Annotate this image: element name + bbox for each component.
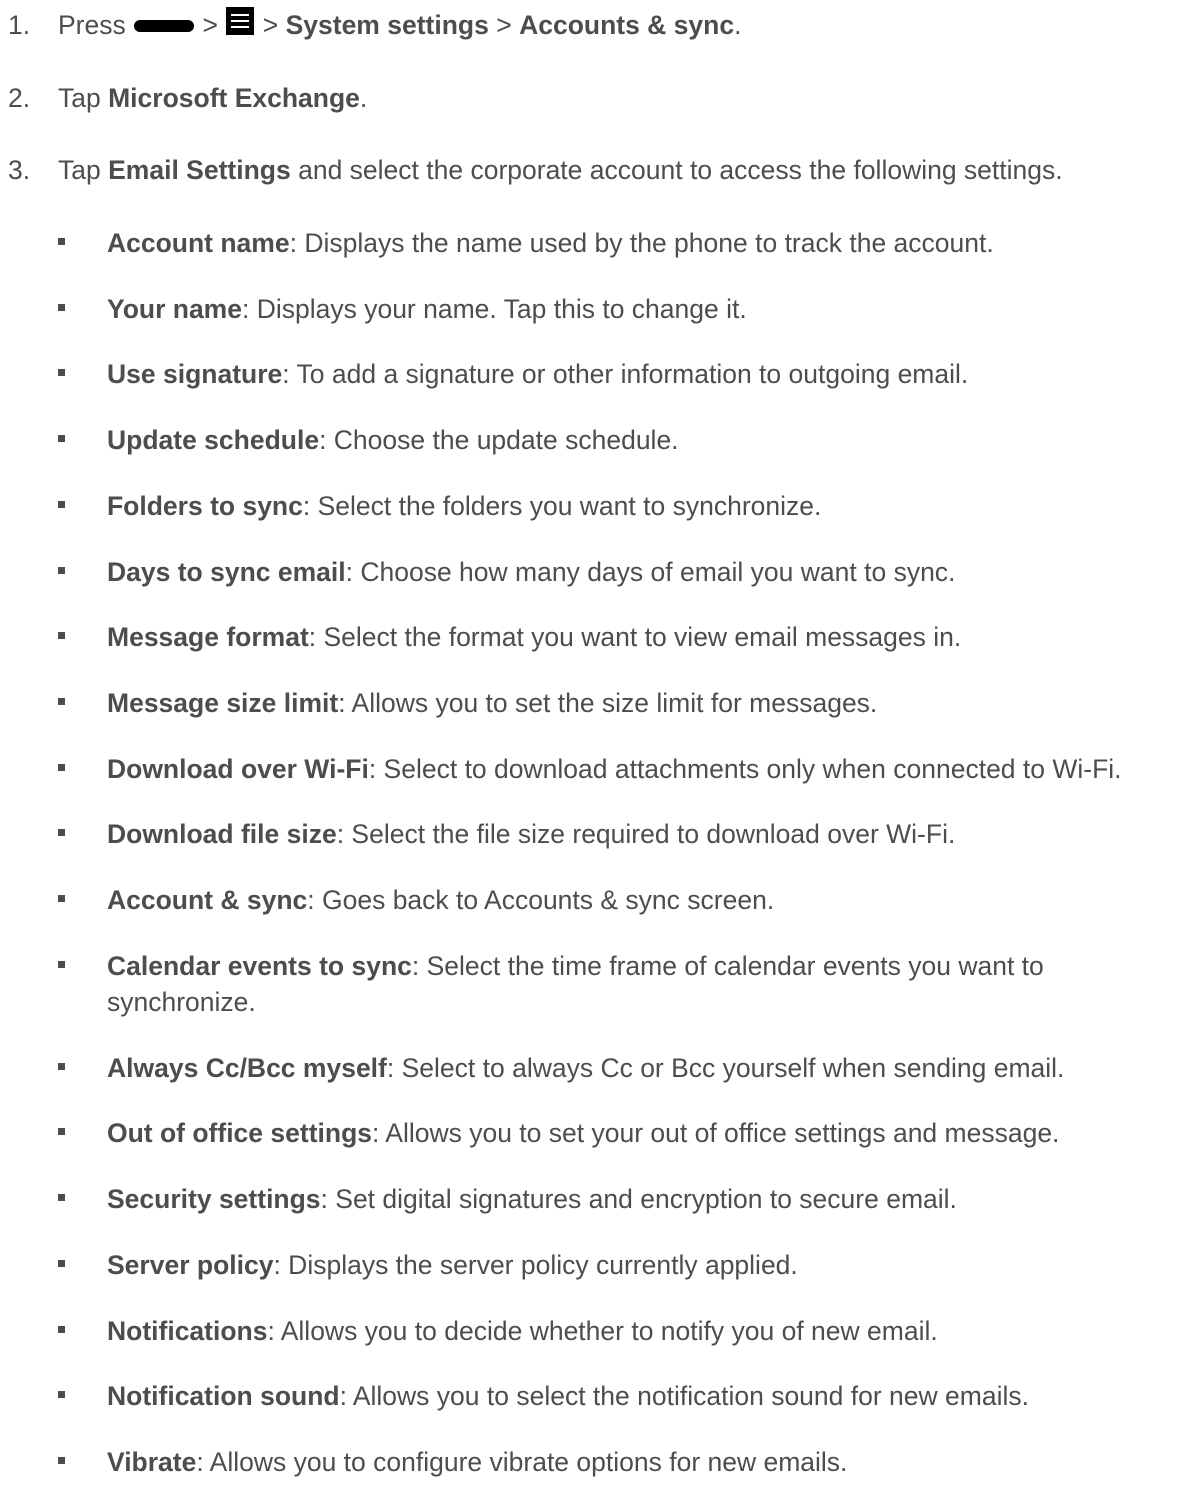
- bullet-icon: [58, 1128, 65, 1135]
- bullet-icon: [58, 435, 65, 442]
- menu-path-microsoft-exchange: Microsoft Exchange: [108, 83, 360, 113]
- setting-term: Account & sync: [107, 885, 308, 915]
- setting-description: : Allows you to decide whether to notify…: [267, 1316, 938, 1346]
- menu-icon: [226, 7, 255, 35]
- setting-description: : Allows you to set the size limit for m…: [338, 688, 878, 718]
- bullet-icon: [58, 764, 65, 771]
- bullet-icon: [58, 1260, 65, 1267]
- setting-term: Download file size: [107, 819, 337, 849]
- setting-term: Out of office settings: [107, 1118, 372, 1148]
- setting-description: : Allows you to configure vibrate option…: [196, 1447, 848, 1477]
- setting-description: : Choose the update schedule.: [319, 425, 679, 455]
- bullet-icon: [58, 829, 65, 836]
- separator: >: [262, 10, 279, 40]
- separator: >: [202, 10, 218, 40]
- setting-description: : Set digital signatures and encryption …: [320, 1184, 957, 1214]
- bullet-icon: [58, 1063, 65, 1070]
- menu-path-accounts-sync: Accounts & sync: [519, 10, 735, 40]
- step-text: Tap: [58, 155, 101, 185]
- setting-term: Use signature: [107, 359, 283, 389]
- step-text: Tap: [58, 83, 101, 113]
- setting-term: Notification sound: [107, 1381, 340, 1411]
- bullet-icon: [58, 501, 65, 508]
- bullet-icon: [58, 304, 65, 311]
- setting-term: Server policy: [107, 1250, 274, 1280]
- setting-description: : Allows you to set your out of office s…: [372, 1118, 1060, 1148]
- home-key-icon: [134, 19, 195, 32]
- menu-path-email-settings: Email Settings: [108, 155, 291, 185]
- setting-term: Folders to sync: [107, 491, 303, 521]
- setting-term: Message format: [107, 622, 309, 652]
- bullet-icon: [58, 369, 65, 376]
- bullet-icon: [58, 1194, 65, 1201]
- bullet-icon: [58, 238, 65, 245]
- bullet-icon: [58, 961, 65, 968]
- menu-path-system-settings: System settings: [285, 10, 489, 40]
- setting-description: : Select to always Cc or Bcc yourself wh…: [386, 1053, 1065, 1083]
- setting-description: : Displays the server policy currently a…: [273, 1250, 798, 1280]
- setting-description: : Select to download attachments only wh…: [368, 754, 1122, 784]
- bullet-icon: [58, 632, 65, 639]
- step-1: 1. Press > > System settings > Accounts &…: [8, 7, 741, 47]
- bullet-icon: [58, 1457, 65, 1464]
- setting-term: Your name: [107, 294, 242, 324]
- setting-term: Days to sync email: [107, 557, 346, 587]
- step-3: 3. Tap Email Settings and select the corp…: [8, 152, 1063, 188]
- step-2: 2. Tap Microsoft Exchange.: [8, 80, 367, 116]
- setting-description: : Choose how many days of email you want…: [345, 557, 956, 587]
- setting-description: : Allows you to select the notification …: [339, 1381, 1029, 1411]
- setting-description: : To add a signature or other informatio…: [282, 359, 969, 389]
- setting-term: Security settings: [107, 1184, 321, 1214]
- setting-term: Always Cc/Bcc myself: [107, 1053, 387, 1083]
- step-number: 1.: [8, 10, 31, 40]
- bullet-icon: [58, 567, 65, 574]
- step-number: 3.: [8, 155, 31, 185]
- setting-description: : Select the file size required to downl…: [336, 819, 956, 849]
- bullet-icon: [58, 698, 65, 705]
- setting-description: : Displays your name. Tap this to change…: [241, 294, 747, 324]
- setting-description: : Select the folders you want to synchro…: [302, 491, 822, 521]
- setting-description: : Displays the name used by the phone to…: [289, 228, 994, 258]
- bullet-icon: [58, 1391, 65, 1398]
- setting-term: Calendar events to sync: [107, 951, 412, 981]
- setting-description: : Goes back to Accounts & sync screen.: [307, 885, 775, 915]
- setting-term: Account name: [107, 228, 290, 258]
- setting-term: Message size limit: [107, 688, 339, 718]
- bullet-icon: [58, 1326, 65, 1333]
- setting-term: Vibrate: [107, 1447, 197, 1477]
- bullet-icon: [58, 895, 65, 902]
- setting-term: Update schedule: [107, 425, 320, 455]
- step-text: Press: [58, 10, 126, 40]
- step-text: and select the corporate account to acce…: [298, 155, 1063, 185]
- instructions-page: 1. Press > > System settings > Accounts &…: [0, 0, 1177, 1494]
- setting-description: : Select the format you want to view ema…: [308, 622, 962, 652]
- setting-term: Notifications: [107, 1316, 268, 1346]
- separator: >: [496, 10, 512, 40]
- setting-term: Download over Wi-Fi: [107, 754, 369, 784]
- step-number: 2.: [8, 83, 31, 113]
